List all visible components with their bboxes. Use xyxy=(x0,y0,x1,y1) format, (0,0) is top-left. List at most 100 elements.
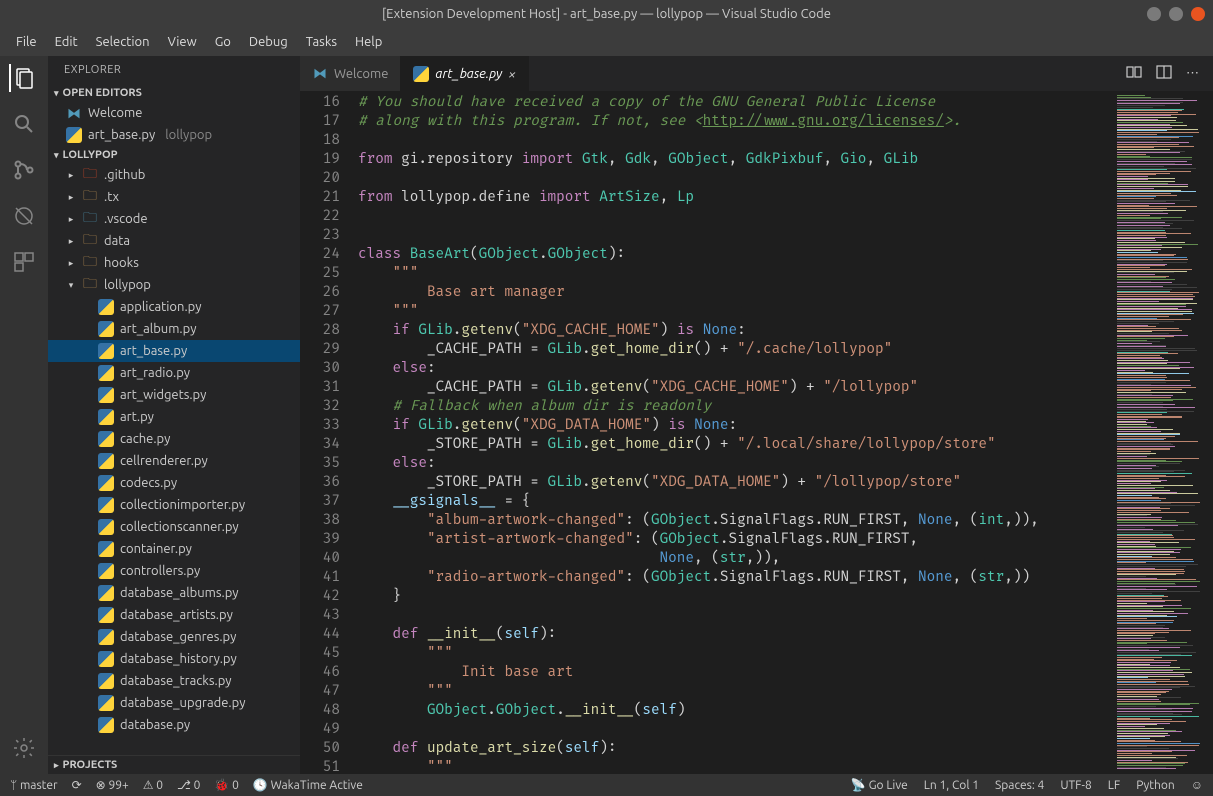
status-wakatime[interactable]: 🕓 WakaTime Active xyxy=(253,778,363,792)
tree-folder-.vscode[interactable]: ▸🗀.vscode xyxy=(48,208,300,230)
python-icon xyxy=(98,607,114,623)
tab-artbase[interactable]: art_base.py × xyxy=(401,56,529,91)
projects-header[interactable]: ▸ PROJECTS xyxy=(48,755,300,774)
tree-folder-hooks[interactable]: ▸🗀hooks xyxy=(48,252,300,274)
chevron-right-icon: ▸ xyxy=(54,760,59,771)
open-editor-artbase[interactable]: art_base.py lollypop xyxy=(48,124,300,146)
status-errors[interactable]: ⊗ 99+ xyxy=(96,778,129,792)
maximize-icon[interactable] xyxy=(1169,7,1183,21)
tree-file-art_widgets-py[interactable]: art_widgets.py xyxy=(48,384,300,406)
menu-tasks[interactable]: Tasks xyxy=(298,31,345,53)
python-icon xyxy=(98,387,114,403)
tab-welcome[interactable]: ⧓ Welcome xyxy=(300,56,401,91)
python-icon xyxy=(98,343,114,359)
tree-file-database_albums-py[interactable]: database_albums.py xyxy=(48,582,300,604)
python-icon xyxy=(98,475,114,491)
settings-icon[interactable] xyxy=(10,734,38,762)
tree-file-controllers-py[interactable]: controllers.py xyxy=(48,560,300,582)
menu-debug[interactable]: Debug xyxy=(241,31,296,53)
folder-icon: 🗀 xyxy=(82,167,98,183)
tree-file-art_radio-py[interactable]: art_radio.py xyxy=(48,362,300,384)
code-editor[interactable]: # You should have received a copy of the… xyxy=(358,91,1113,774)
tree-file-cache-py[interactable]: cache.py xyxy=(48,428,300,450)
tree-folder-.github[interactable]: ▸🗀.github xyxy=(48,164,300,186)
sidebar-title: EXPLORER xyxy=(48,56,300,84)
minimap[interactable] xyxy=(1113,91,1213,774)
tree-file-collectionimporter-py[interactable]: collectionimporter.py xyxy=(48,494,300,516)
tabs: ⧓ Welcome art_base.py × ⋯ xyxy=(300,56,1213,91)
python-icon xyxy=(98,321,114,337)
status-spaces[interactable]: Spaces: 4 xyxy=(995,779,1044,792)
python-icon xyxy=(66,127,82,143)
compare-icon[interactable] xyxy=(1126,64,1142,83)
python-icon xyxy=(98,651,114,667)
python-icon xyxy=(98,431,114,447)
tree-file-art-py[interactable]: art.py xyxy=(48,406,300,428)
tree-folder-lollypop[interactable]: ▾🗀lollypop xyxy=(48,274,300,296)
status-cursor[interactable]: Ln 1, Col 1 xyxy=(924,779,979,792)
menu-edit[interactable]: Edit xyxy=(47,31,86,53)
scm-icon[interactable] xyxy=(10,156,38,184)
python-icon xyxy=(98,673,114,689)
menu-selection[interactable]: Selection xyxy=(88,31,158,53)
search-icon[interactable] xyxy=(10,110,38,138)
folder-icon: 🗀 xyxy=(82,189,98,205)
menu-file[interactable]: File xyxy=(8,31,45,53)
explorer-icon[interactable] xyxy=(9,64,37,92)
tree-file-cellrenderer-py[interactable]: cellrenderer.py xyxy=(48,450,300,472)
sidebar: EXPLORER ▾ OPEN EDITORS ⧓ Welcome art_ba… xyxy=(48,56,300,774)
status-debug[interactable]: 🐞 0 xyxy=(214,778,238,792)
python-icon xyxy=(98,365,114,381)
vs-icon: ⧓ xyxy=(66,105,82,121)
feedback-icon[interactable]: ☺ xyxy=(1191,778,1203,792)
status-golive[interactable]: 📡 Go Live xyxy=(851,778,908,792)
tree-file-collectionscanner-py[interactable]: collectionscanner.py xyxy=(48,516,300,538)
python-icon xyxy=(413,66,429,82)
open-editors-header[interactable]: ▾ OPEN EDITORS xyxy=(48,84,300,102)
status-warnings[interactable]: ⚠ 0 xyxy=(143,778,163,792)
open-editor-welcome[interactable]: ⧓ Welcome xyxy=(48,102,300,124)
tree-file-art_base-py[interactable]: art_base.py xyxy=(48,340,300,362)
minimize-icon[interactable] xyxy=(1147,7,1161,21)
window-title: [Extension Development Host] - art_base.… xyxy=(382,7,831,21)
tree-folder-data[interactable]: ▸🗀data xyxy=(48,230,300,252)
chevron-down-icon: ▾ xyxy=(54,150,59,161)
more-icon[interactable]: ⋯ xyxy=(1186,66,1199,81)
chevron-down-icon: ▾ xyxy=(54,88,59,99)
tree-file-database_tracks-py[interactable]: database_tracks.py xyxy=(48,670,300,692)
extensions-icon[interactable] xyxy=(10,248,38,276)
split-icon[interactable] xyxy=(1156,64,1172,83)
folder-icon: 🗀 xyxy=(82,233,98,249)
status-encoding[interactable]: UTF-8 xyxy=(1060,779,1091,792)
titlebar: [Extension Development Host] - art_base.… xyxy=(0,0,1213,28)
vs-icon: ⧓ xyxy=(312,66,328,82)
status-git-changes[interactable]: ⎇ 0 xyxy=(177,778,200,792)
status-lang[interactable]: Python xyxy=(1136,779,1175,792)
window-controls xyxy=(1147,7,1205,21)
menubar: File Edit Selection View Go Debug Tasks … xyxy=(0,28,1213,56)
tree-file-database_upgrade-py[interactable]: database_upgrade.py xyxy=(48,692,300,714)
menu-view[interactable]: View xyxy=(160,31,205,53)
python-icon xyxy=(98,519,114,535)
status-branch[interactable]: ᛘ master xyxy=(10,779,58,792)
python-icon xyxy=(98,497,114,513)
workspace-header[interactable]: ▾ LOLLYPOP xyxy=(48,146,300,164)
tree-file-database_genres-py[interactable]: database_genres.py xyxy=(48,626,300,648)
tree-file-application-py[interactable]: application.py xyxy=(48,296,300,318)
menu-help[interactable]: Help xyxy=(347,31,390,53)
close-tab-icon[interactable]: × xyxy=(508,66,516,82)
status-eol[interactable]: LF xyxy=(1108,779,1120,792)
tree-file-database_artists-py[interactable]: database_artists.py xyxy=(48,604,300,626)
tree-file-codecs-py[interactable]: codecs.py xyxy=(48,472,300,494)
menu-go[interactable]: Go xyxy=(207,31,239,53)
tree-file-database-py[interactable]: database.py xyxy=(48,714,300,736)
status-sync-icon[interactable]: ⟳ xyxy=(72,778,82,792)
tree-file-container-py[interactable]: container.py xyxy=(48,538,300,560)
python-icon xyxy=(98,629,114,645)
tree-file-database_history-py[interactable]: database_history.py xyxy=(48,648,300,670)
python-icon xyxy=(98,453,114,469)
tree-folder-.tx[interactable]: ▸🗀.tx xyxy=(48,186,300,208)
close-icon[interactable] xyxy=(1191,7,1205,21)
tree-file-art_album-py[interactable]: art_album.py xyxy=(48,318,300,340)
debug-icon[interactable] xyxy=(10,202,38,230)
